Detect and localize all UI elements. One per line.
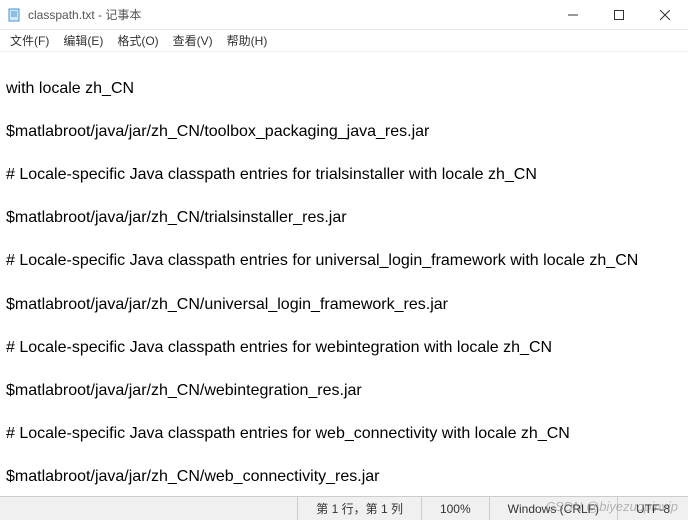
status-spacer	[0, 497, 297, 520]
text-line: with locale zh_CN	[6, 78, 682, 100]
watermark: CSDN @biyezuopinvip	[546, 499, 678, 514]
menu-file[interactable]: 文件(F)	[6, 32, 53, 49]
text-line: $matlabroot/java/jar/zh_CN/web_connectiv…	[6, 466, 682, 488]
text-line: $matlabroot/java/jar/zh_CN/universal_log…	[6, 294, 682, 316]
minimize-button[interactable]	[550, 0, 596, 29]
text-line: $matlabroot/java/jar/zh_CN/webintegratio…	[6, 380, 682, 402]
status-zoom: 100%	[421, 497, 489, 520]
menubar: 文件(F) 编辑(E) 格式(O) 查看(V) 帮助(H)	[0, 30, 688, 52]
close-button[interactable]	[642, 0, 688, 29]
menu-view[interactable]: 查看(V)	[169, 32, 217, 49]
text-line: # Locale-specific Java classpath entries…	[6, 250, 682, 272]
status-position: 第 1 行，第 1 列	[297, 497, 421, 520]
maximize-button[interactable]	[596, 0, 642, 29]
menu-edit[interactable]: 编辑(E)	[59, 32, 107, 49]
window-title: classpath.txt - 记事本	[28, 6, 550, 23]
menu-help[interactable]: 帮助(H)	[223, 32, 272, 49]
window-controls	[550, 0, 688, 29]
menu-format[interactable]: 格式(O)	[113, 32, 162, 49]
text-line: $matlabroot/java/jar/zh_CN/toolbox_packa…	[6, 121, 682, 143]
text-line: # Locale-specific Java classpath entries…	[6, 337, 682, 359]
text-line: $matlabroot/java/jar/zh_CN/trialsinstall…	[6, 207, 682, 229]
titlebar: classpath.txt - 记事本	[0, 0, 688, 30]
notepad-icon	[6, 7, 22, 23]
text-line: # Locale-specific Java classpath entries…	[6, 423, 682, 445]
text-content[interactable]: with locale zh_CN $matlabroot/java/jar/z…	[0, 52, 688, 492]
text-line: # Locale-specific Java classpath entries…	[6, 164, 682, 186]
